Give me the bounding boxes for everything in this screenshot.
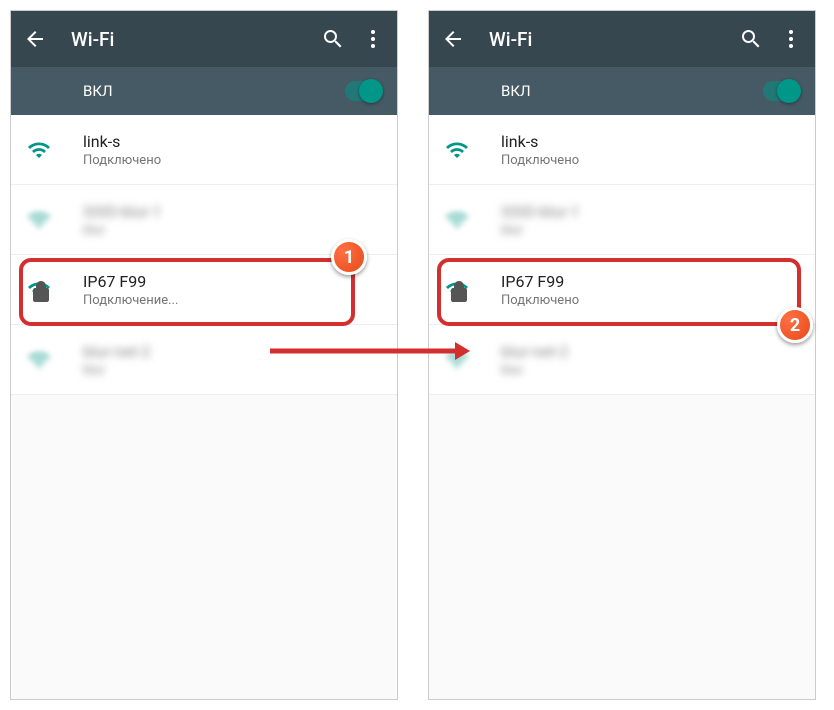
step-badge-1: 1 <box>331 239 367 275</box>
appbar: Wi‑Fi <box>11 11 397 67</box>
wifi-toggle-bar: ВКЛ <box>429 67 815 115</box>
wifi-signal-icon <box>445 208 469 232</box>
page-title: Wi‑Fi <box>489 28 739 51</box>
network-name: blur-net-2 <box>501 342 569 361</box>
appbar: Wi‑Fi <box>429 11 815 67</box>
more-icon[interactable] <box>779 27 803 51</box>
toggle-label: ВКЛ <box>501 82 763 100</box>
wifi-toggle-bar: ВКЛ <box>11 67 397 115</box>
transition-arrow-icon <box>270 336 470 366</box>
network-list: link-s Подключено SSID-blur-1 blur IP67 … <box>429 115 815 395</box>
wifi-switch[interactable] <box>763 81 799 101</box>
network-status: Подключено <box>501 153 579 168</box>
network-name: IP67 F99 <box>501 272 579 291</box>
search-icon[interactable] <box>321 27 345 51</box>
wifi-signal-lock-icon <box>445 278 469 302</box>
network-name: link-s <box>83 132 161 151</box>
network-item[interactable]: IP67 F99 Подключено <box>429 255 815 325</box>
network-name: SSID-blur-1 <box>83 202 162 221</box>
network-name: link-s <box>501 132 579 151</box>
network-status: Подключение... <box>83 293 178 308</box>
network-status: blur <box>501 363 569 378</box>
network-name: blur-net-2 <box>83 342 151 361</box>
search-icon[interactable] <box>739 27 763 51</box>
toggle-label: ВКЛ <box>83 82 345 100</box>
network-status: blur <box>83 363 151 378</box>
wifi-signal-icon <box>445 138 469 162</box>
page-title: Wi‑Fi <box>71 28 321 51</box>
wifi-signal-icon <box>27 208 51 232</box>
step-badge-2: 2 <box>777 307 813 343</box>
network-item[interactable]: blur-net-2 blur <box>429 325 815 395</box>
network-status: blur <box>501 223 580 238</box>
phone-right: Wi‑Fi ВКЛ link-s Подключено <box>428 10 816 700</box>
wifi-switch[interactable] <box>345 81 381 101</box>
network-item[interactable]: link-s Подключено <box>11 115 397 185</box>
network-item[interactable]: SSID-blur-1 blur <box>429 185 815 255</box>
back-button[interactable] <box>441 27 465 51</box>
network-name: SSID-blur-1 <box>501 202 580 221</box>
network-item[interactable]: link-s Подключено <box>429 115 815 185</box>
wifi-signal-icon <box>27 348 51 372</box>
network-status: Подключено <box>501 293 579 308</box>
back-button[interactable] <box>23 27 47 51</box>
network-status: blur <box>83 223 162 238</box>
network-name: IP67 F99 <box>83 272 178 291</box>
wifi-signal-lock-icon <box>27 278 51 302</box>
more-icon[interactable] <box>361 27 385 51</box>
network-status: Подключено <box>83 153 161 168</box>
wifi-signal-icon <box>27 138 51 162</box>
